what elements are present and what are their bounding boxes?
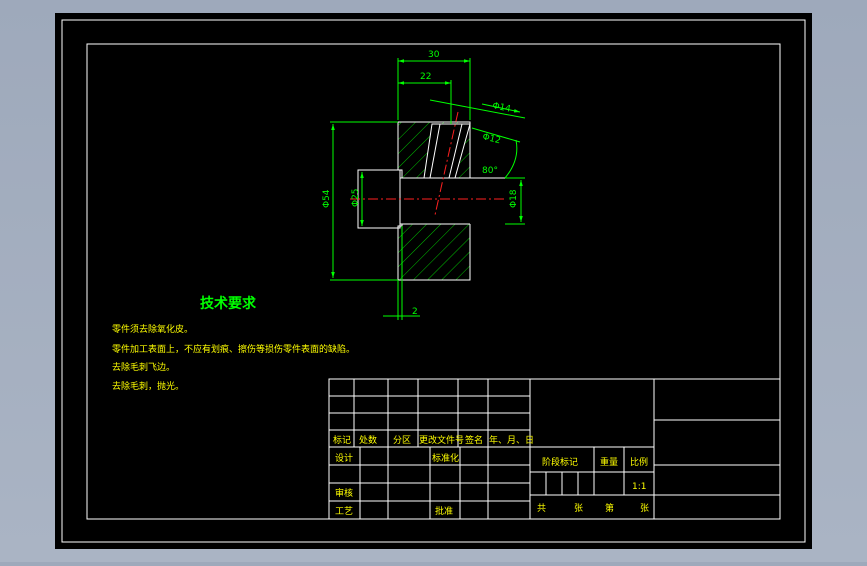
bore-cavity [400, 178, 510, 224]
tb-standardize: 标准化 [432, 452, 459, 464]
tb-stage-mark: 阶段标记 [542, 456, 578, 468]
tb-change-doc: 更改文件号 [419, 434, 464, 446]
tb-page: 张 [640, 503, 649, 514]
tech-note-2: 零件加工表面上，不应有划痕、擦伤等损伤零件表面的缺陷。 [112, 343, 355, 355]
tb-review: 审核 [335, 487, 353, 499]
tech-note-3: 去除毛刺飞边。 [112, 361, 175, 373]
tech-note-4: 去除毛刺，抛光。 [112, 380, 184, 392]
tb-sheets: 张 [574, 503, 583, 514]
dim-phi18: Φ18 [509, 189, 519, 208]
tb-total: 共 [537, 503, 546, 514]
tb-date: 年、月、日 [489, 434, 534, 446]
dim-30: 30 [428, 50, 440, 60]
drawing-sheet [55, 13, 812, 549]
tb-count: 处数 [359, 434, 377, 446]
tb-scale-value: 1:1 [632, 482, 646, 492]
cad-viewport[interactable]: 30 22 Φ14 Φ12 80° Φ54 Φ25 Φ18 2 技术要求 零件须… [0, 0, 867, 562]
tb-page-no: 第 [605, 502, 614, 514]
tb-approve: 批准 [435, 505, 453, 517]
dim-angle: 80° [482, 166, 498, 176]
dim-phi54: Φ54 [322, 189, 332, 208]
tb-scale: 比例 [630, 456, 648, 468]
tech-title: 技术要求 [200, 295, 257, 312]
tb-mark: 标记 [333, 434, 351, 446]
dim-2: 2 [412, 307, 418, 317]
tech-note-1: 零件须去除氧化皮。 [112, 323, 193, 335]
tb-process: 工艺 [335, 506, 353, 517]
tb-weight: 重量 [600, 456, 618, 468]
dim-phi25: Φ25 [351, 188, 361, 207]
tb-zone: 分区 [393, 435, 411, 446]
drawing-canvas: 30 22 Φ14 Φ12 80° Φ54 Φ25 Φ18 2 技术要求 零件须… [55, 13, 812, 549]
tb-design: 设计 [335, 452, 353, 464]
tb-sign: 签名 [465, 434, 483, 446]
dim-22: 22 [420, 72, 431, 82]
